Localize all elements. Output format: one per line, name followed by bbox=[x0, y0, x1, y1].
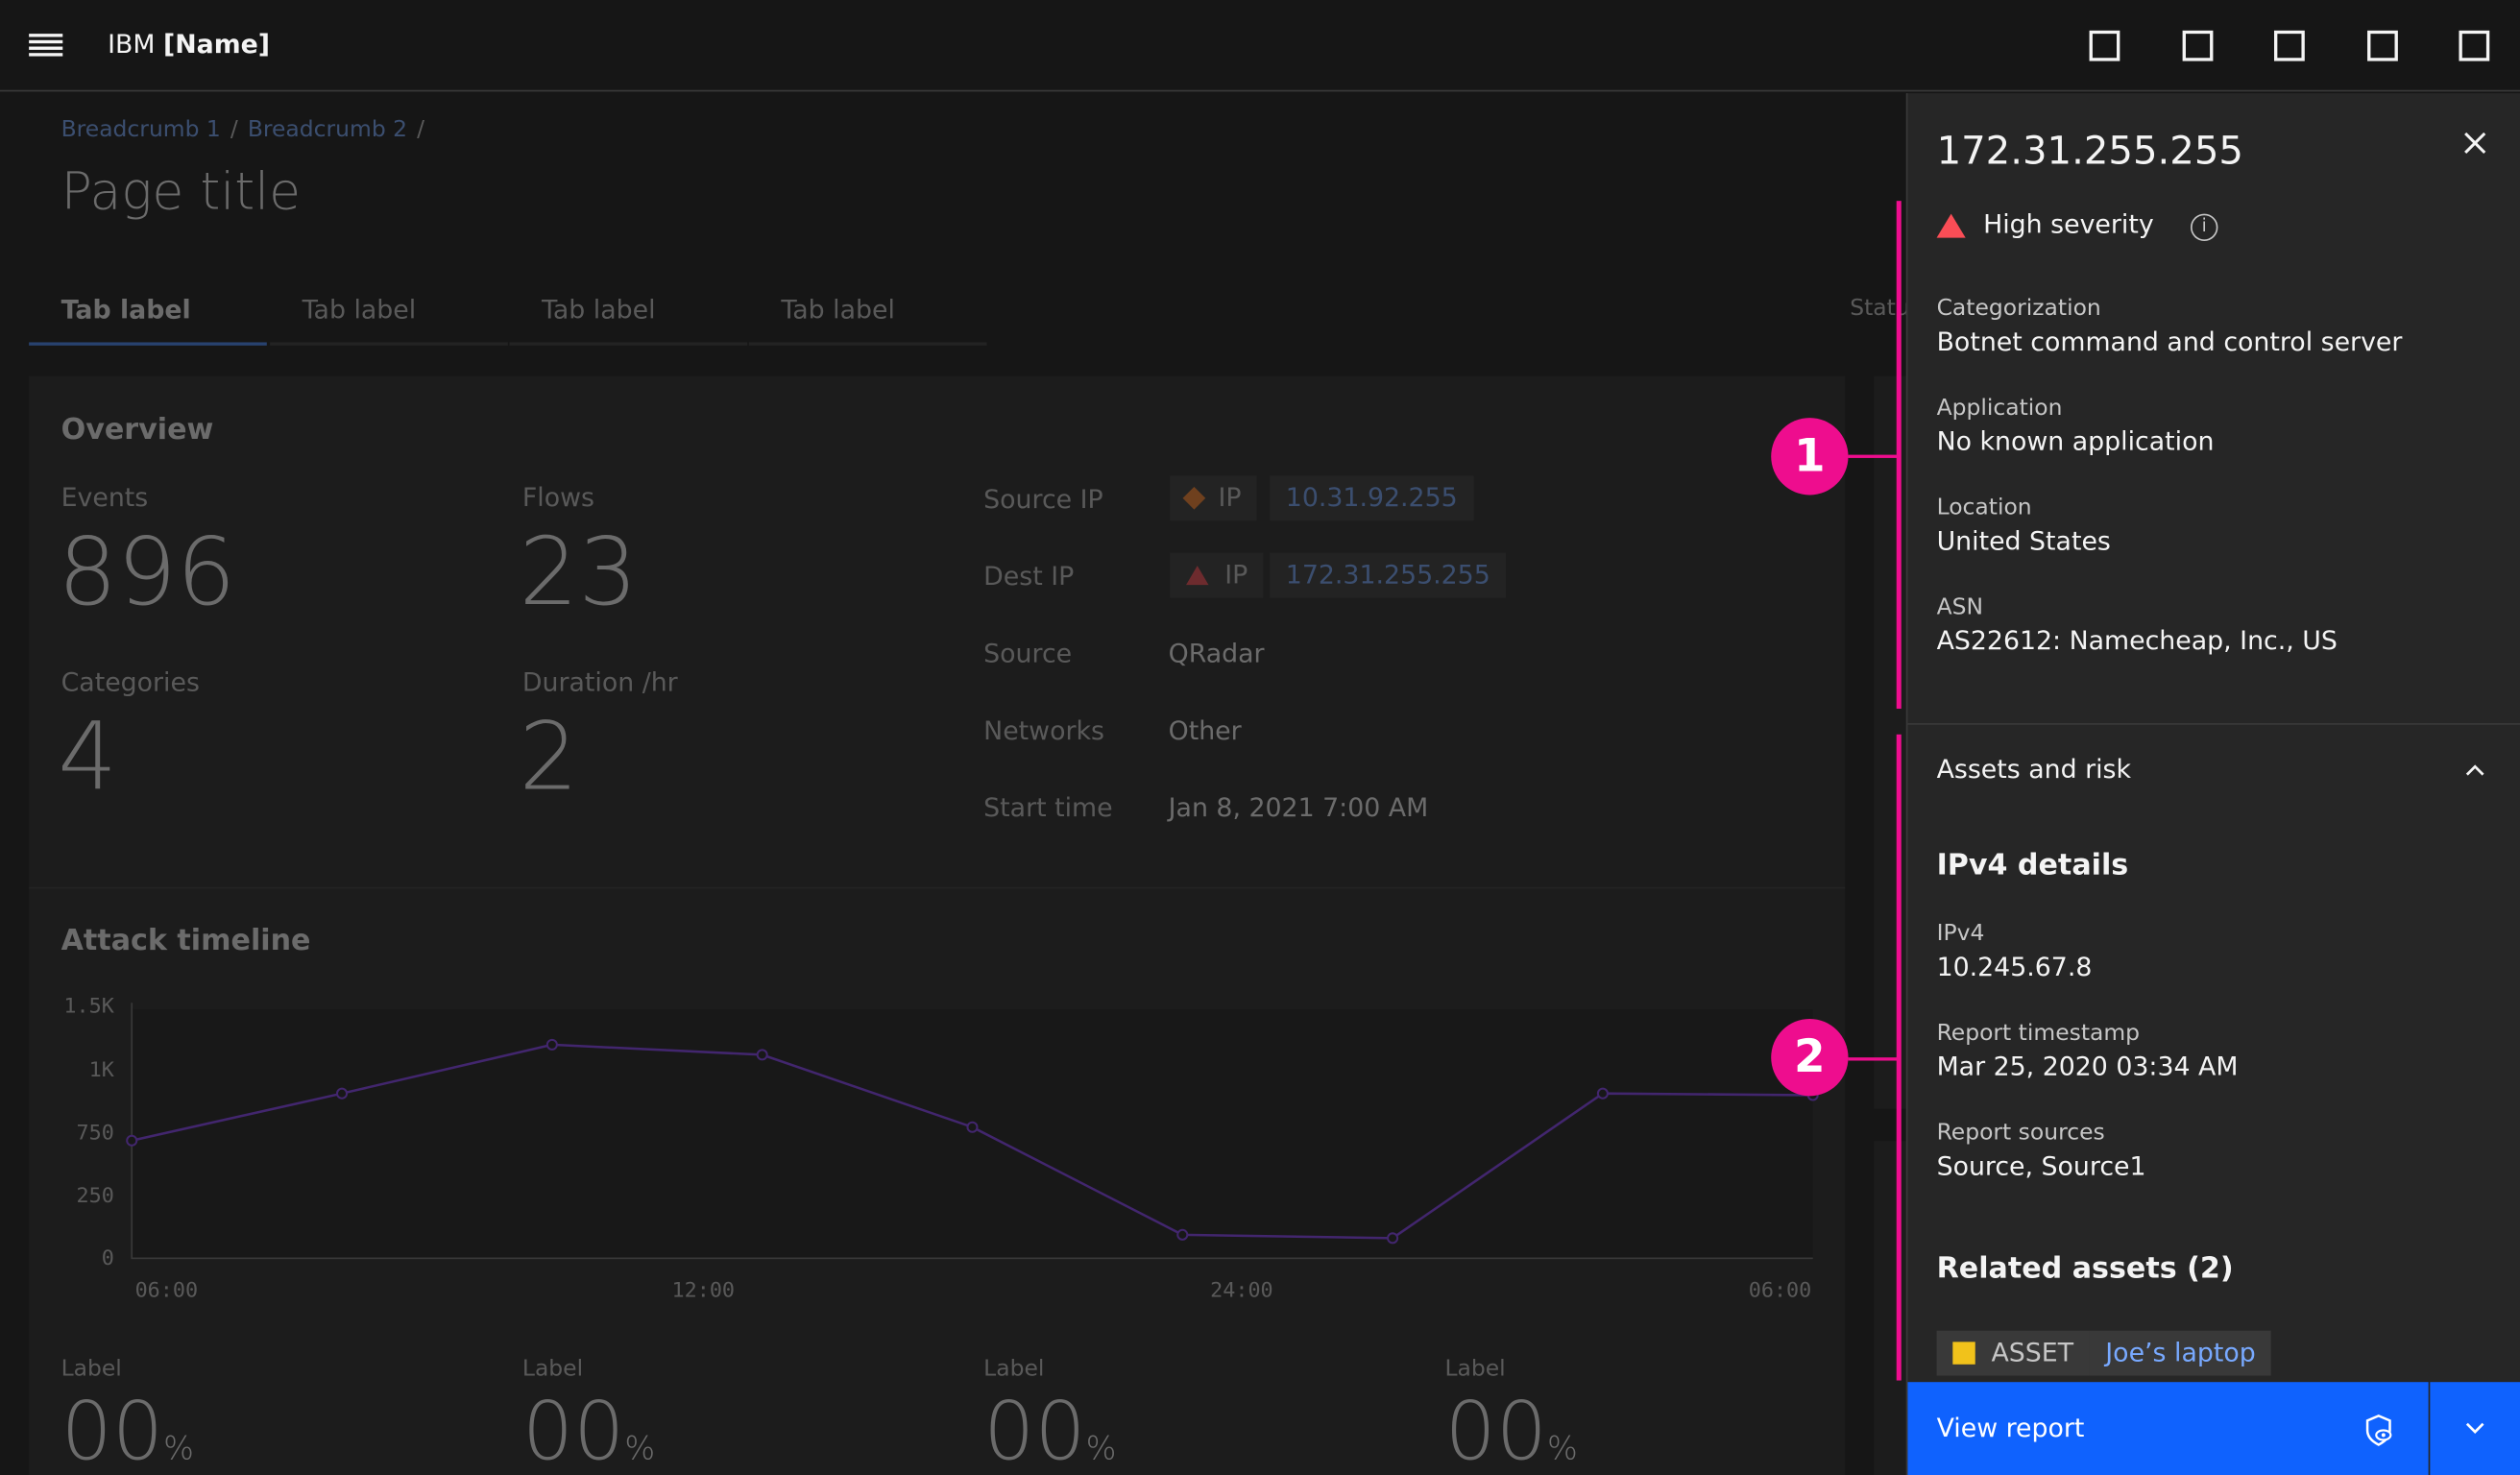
bottom-metric-value: 00% bbox=[522, 1389, 655, 1475]
metric-unit: % bbox=[624, 1428, 656, 1467]
top-header: IBM [Name] bbox=[0, 0, 2520, 92]
chevron-up-icon[interactable] bbox=[2463, 759, 2485, 781]
metric-number: 00 bbox=[61, 1385, 164, 1475]
bottom-metric-value: 00% bbox=[983, 1389, 1116, 1475]
view-report-menu-button[interactable] bbox=[2430, 1382, 2520, 1475]
app-icon-5[interactable] bbox=[2459, 30, 2490, 61]
app-icon-3[interactable] bbox=[2274, 30, 2305, 61]
attack-timeline-chart bbox=[126, 1003, 1819, 1260]
metric-unit: % bbox=[163, 1428, 194, 1467]
data-point[interactable] bbox=[756, 1049, 768, 1061]
x-tick-label: 06:00 bbox=[1748, 1279, 1812, 1304]
metric-number: 00 bbox=[521, 1385, 625, 1475]
app-icon-4[interactable] bbox=[2367, 30, 2398, 61]
x-tick-label: 12:00 bbox=[671, 1279, 736, 1304]
hamburger-menu-icon[interactable] bbox=[29, 31, 63, 60]
shield-view-icon bbox=[2365, 1414, 2392, 1446]
x-tick-label: 06:00 bbox=[134, 1279, 199, 1304]
warning-triangle-icon bbox=[1936, 213, 1966, 238]
data-point[interactable] bbox=[1387, 1232, 1399, 1245]
annotation-connector-1 bbox=[1848, 454, 1901, 458]
data-point[interactable] bbox=[336, 1087, 349, 1100]
metric-unit: % bbox=[1546, 1428, 1578, 1467]
detail-side-panel: 172.31.255.255 High severity i Categoriz… bbox=[1905, 93, 2520, 1475]
bottom-metric-label: Label bbox=[61, 1356, 122, 1383]
severity-label: High severity bbox=[1983, 208, 2154, 240]
report-timestamp-value: Mar 25, 2020 03:34 AM bbox=[1936, 1051, 2239, 1082]
ipv4-value: 10.245.67.8 bbox=[1936, 951, 2093, 982]
report-sources-value: Source, Source1 bbox=[1936, 1150, 2146, 1182]
app-icon-2[interactable] bbox=[2182, 30, 2214, 61]
related-assets-heading: Related assets (2) bbox=[1936, 1251, 2234, 1286]
asset-type-tag: ASSET bbox=[1936, 1330, 2090, 1376]
asn-label: ASN bbox=[1936, 594, 1983, 620]
bottom-metric-label: Label bbox=[983, 1356, 1045, 1383]
series-line bbox=[131, 1043, 1813, 1240]
accordion-divider bbox=[1907, 723, 2520, 725]
x-tick-label: 24:00 bbox=[1210, 1279, 1273, 1304]
asset-tag-label: ASSET bbox=[1991, 1337, 2074, 1368]
asn-value: AS22612: Namecheap, Inc., US bbox=[1936, 624, 2338, 656]
view-report-button[interactable]: View report bbox=[1907, 1382, 2429, 1475]
application-value: No known application bbox=[1936, 425, 2215, 457]
data-point[interactable] bbox=[545, 1038, 558, 1051]
metric-number: 00 bbox=[983, 1385, 1086, 1475]
main-content: Breadcrumb 1/Breadcrumb 2/ Page title Ta… bbox=[0, 93, 1906, 1475]
close-icon[interactable] bbox=[2460, 129, 2489, 157]
panel-ip-title: 172.31.255.255 bbox=[1936, 128, 2243, 174]
application-label: Application bbox=[1936, 395, 2063, 422]
data-point[interactable] bbox=[1176, 1228, 1189, 1241]
brand-prefix: IBM bbox=[108, 29, 156, 60]
ipv4-details-heading: IPv4 details bbox=[1936, 848, 2129, 883]
bottom-metric-label: Label bbox=[1444, 1356, 1506, 1383]
data-point[interactable] bbox=[966, 1121, 979, 1133]
bottom-metric-label: Label bbox=[521, 1356, 584, 1383]
data-point[interactable] bbox=[1596, 1087, 1609, 1100]
accordion-title-assets-and-risk[interactable]: Assets and risk bbox=[1937, 754, 2131, 785]
data-point[interactable] bbox=[126, 1134, 138, 1147]
categorization-label: Categorization bbox=[1936, 295, 2101, 322]
info-icon[interactable]: i bbox=[2190, 213, 2218, 242]
bottom-metric-value: 00% bbox=[1444, 1389, 1577, 1475]
report-sources-label: Report sources bbox=[1936, 1120, 2105, 1147]
ipv4-label: IPv4 bbox=[1936, 920, 1985, 947]
brand-product: [Name] bbox=[163, 29, 271, 60]
asset-link-joes-laptop[interactable]: Joe’s laptop bbox=[2089, 1330, 2272, 1376]
annotation-connector-2 bbox=[1848, 1057, 1901, 1061]
metric-unit: % bbox=[1085, 1428, 1117, 1467]
chevron-down-icon bbox=[2465, 1422, 2484, 1434]
metric-number: 00 bbox=[1444, 1385, 1547, 1475]
annotation-badge-2: 2 bbox=[1771, 1018, 1849, 1097]
categorization-value: Botnet command and control server bbox=[1936, 326, 2403, 357]
annotation-badge-1: 1 bbox=[1771, 418, 1849, 496]
asset-square-icon bbox=[1952, 1342, 1975, 1365]
report-timestamp-label: Report timestamp bbox=[1936, 1020, 2141, 1047]
brand-name[interactable]: IBM [Name] bbox=[108, 27, 270, 62]
app-icon-1[interactable] bbox=[2089, 30, 2120, 61]
view-report-label: View report bbox=[1936, 1413, 2085, 1443]
bottom-metric-value: 00% bbox=[61, 1389, 194, 1475]
location-value: United States bbox=[1936, 525, 2111, 557]
location-label: Location bbox=[1936, 495, 2032, 521]
